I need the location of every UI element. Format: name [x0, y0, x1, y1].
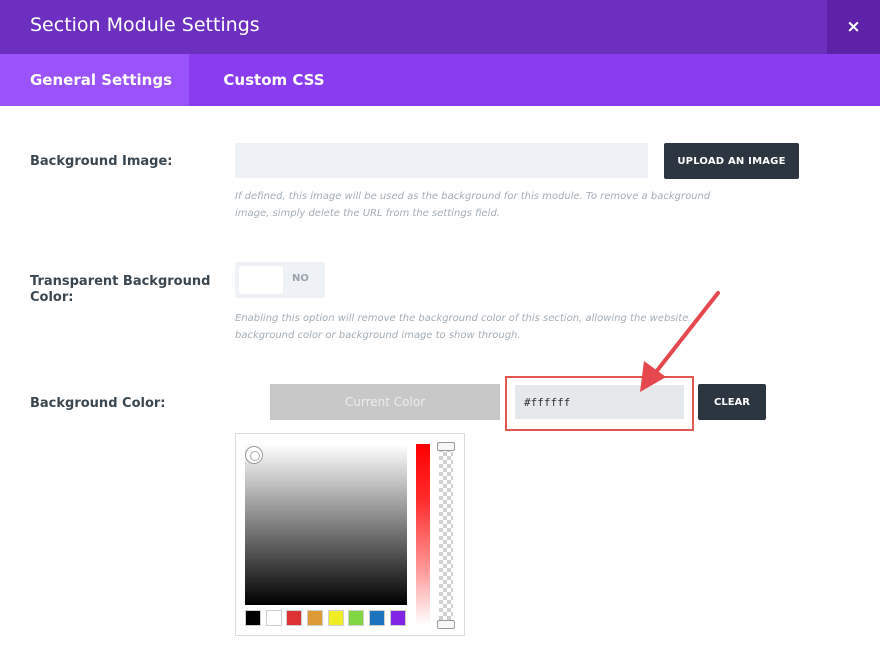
palette-swatch-orange[interactable] — [307, 610, 323, 626]
transparent-background-toggle[interactable]: NO — [235, 262, 325, 298]
tab-custom-css[interactable]: Custom CSS — [189, 54, 359, 106]
palette-swatch-green[interactable] — [348, 610, 364, 626]
background-color-label: Background Color: — [30, 396, 166, 411]
background-image-description: If defined, this image will be used as t… — [235, 191, 711, 219]
annotation-arrow-icon — [640, 291, 720, 392]
opacity-slider[interactable] — [439, 444, 453, 627]
palette-swatch-purple[interactable] — [390, 610, 406, 626]
saturation-area[interactable] — [245, 444, 407, 605]
toggle-state-text: NO — [292, 273, 309, 284]
color-picker — [235, 433, 465, 636]
palette-swatch-red[interactable] — [286, 610, 302, 626]
palette-swatch-white[interactable] — [266, 610, 282, 626]
background-image-label: Background Image: — [30, 154, 173, 169]
current-color-button[interactable]: Current Color — [270, 384, 500, 420]
palette-swatch-blue[interactable] — [369, 610, 385, 626]
tab-general-settings[interactable]: General Settings — [0, 54, 189, 106]
dialog-header: Section Module Settings × — [0, 0, 880, 54]
upload-image-button[interactable]: UPLOAD AN IMAGE — [664, 143, 799, 179]
tab-bar: General Settings Custom CSS — [0, 54, 880, 106]
dialog-title: Section Module Settings — [30, 14, 260, 36]
opacity-handle-top[interactable] — [437, 442, 455, 451]
palette-swatch-yellow[interactable] — [328, 610, 344, 626]
transparent-background-label: Transparent Background Color: — [30, 274, 211, 305]
saturation-handle[interactable] — [245, 446, 263, 464]
opacity-handle-bottom[interactable] — [437, 620, 455, 629]
palette-swatch-black[interactable] — [245, 610, 261, 626]
background-image-url-input[interactable] — [235, 143, 648, 178]
hue-slider[interactable] — [416, 444, 430, 625]
toggle-knob — [239, 266, 283, 294]
close-button[interactable]: × — [827, 0, 880, 54]
